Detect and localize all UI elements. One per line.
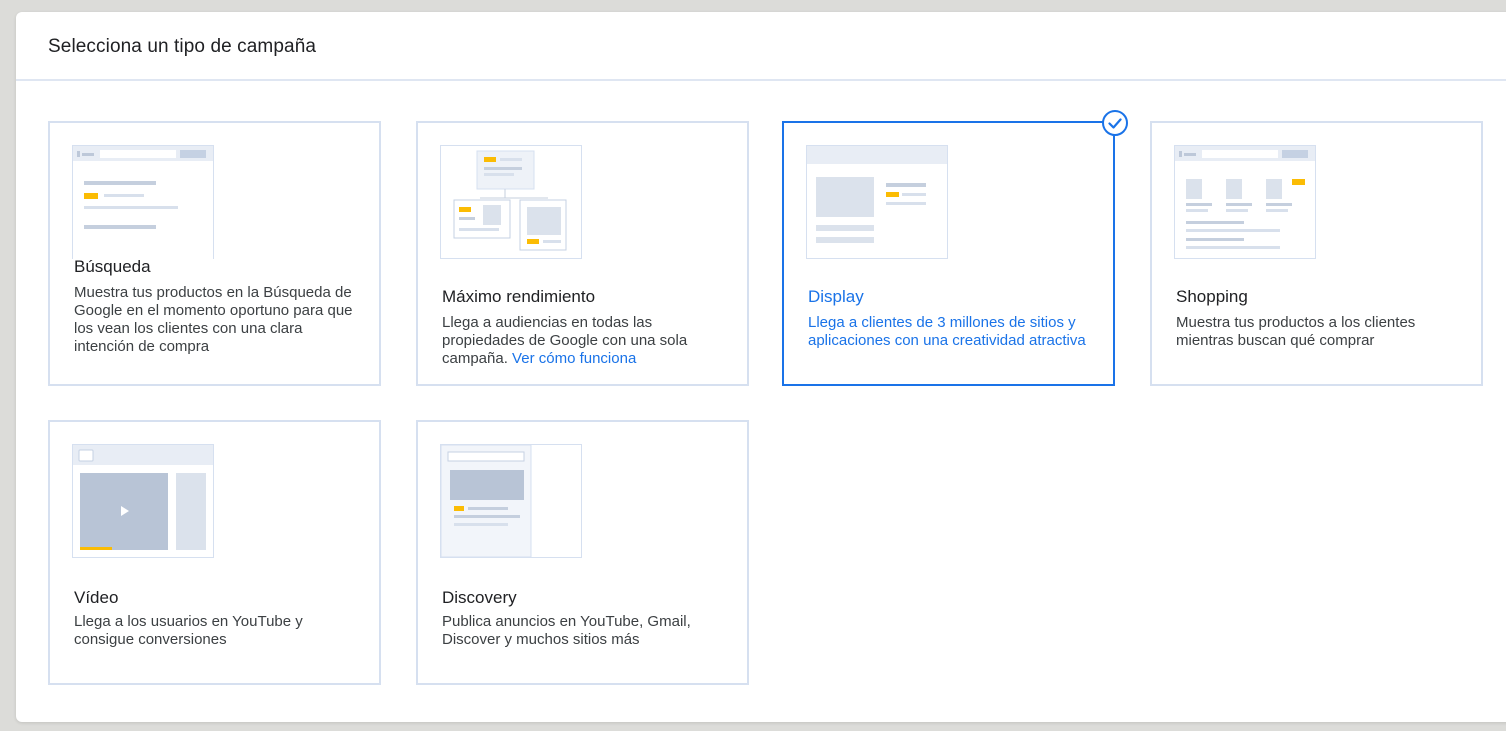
header-divider [16,79,1506,81]
display-illustration-icon [806,145,948,259]
learn-more-link[interactable]: Ver cómo funciona [512,350,636,367]
campaign-card-display[interactable]: Display Llega a clientes de 3 millones d… [782,110,1128,386]
campaign-title: Display [808,287,864,306]
performance-max-illustration-icon [440,145,582,259]
campaign-description: Llega a clientes de 3 millones de sitios… [808,314,1086,349]
campaign-description: Llega a audiencias en todas las propieda… [442,314,732,368]
campaign-card-discovery[interactable]: Discovery Publica anuncios en YouTube, G… [416,420,749,685]
campaign-description: Muestra tus productos en la Búsqueda de … [74,284,353,355]
discovery-illustration-icon [440,444,582,558]
campaign-title: Vídeo [74,588,119,607]
campaign-title: Shopping [1176,287,1248,306]
campaign-description: Llega a los usuarios en YouTube y consig… [74,613,303,648]
campaign-type-panel: Selecciona un tipo de campaña Búsqueda M… [16,12,1506,722]
campaign-card-search[interactable]: Búsqueda Muestra tus productos en la Bús… [48,121,381,386]
campaign-description: Publica anuncios en YouTube, Gmail, Disc… [442,613,691,648]
video-illustration-icon [72,444,214,558]
campaign-title: Discovery [442,588,517,607]
campaign-title: Máximo rendimiento [442,287,596,306]
campaign-card-video[interactable]: Vídeo Llega a los usuarios en YouTube y … [48,420,381,685]
check-circle-icon [1102,110,1128,136]
page-title: Selecciona un tipo de campaña [48,36,317,57]
campaign-card-performance-max[interactable]: Máximo rendimiento Llega a audiencias en… [416,121,749,386]
campaign-card-shopping[interactable]: Shopping Muestra tus productos a los cli… [1150,121,1483,386]
campaign-description: Muestra tus productos a los clientes mie… [1176,314,1416,349]
search-illustration-icon [72,145,214,259]
campaign-title: Búsqueda [74,257,151,276]
shopping-illustration-icon [1174,145,1316,259]
